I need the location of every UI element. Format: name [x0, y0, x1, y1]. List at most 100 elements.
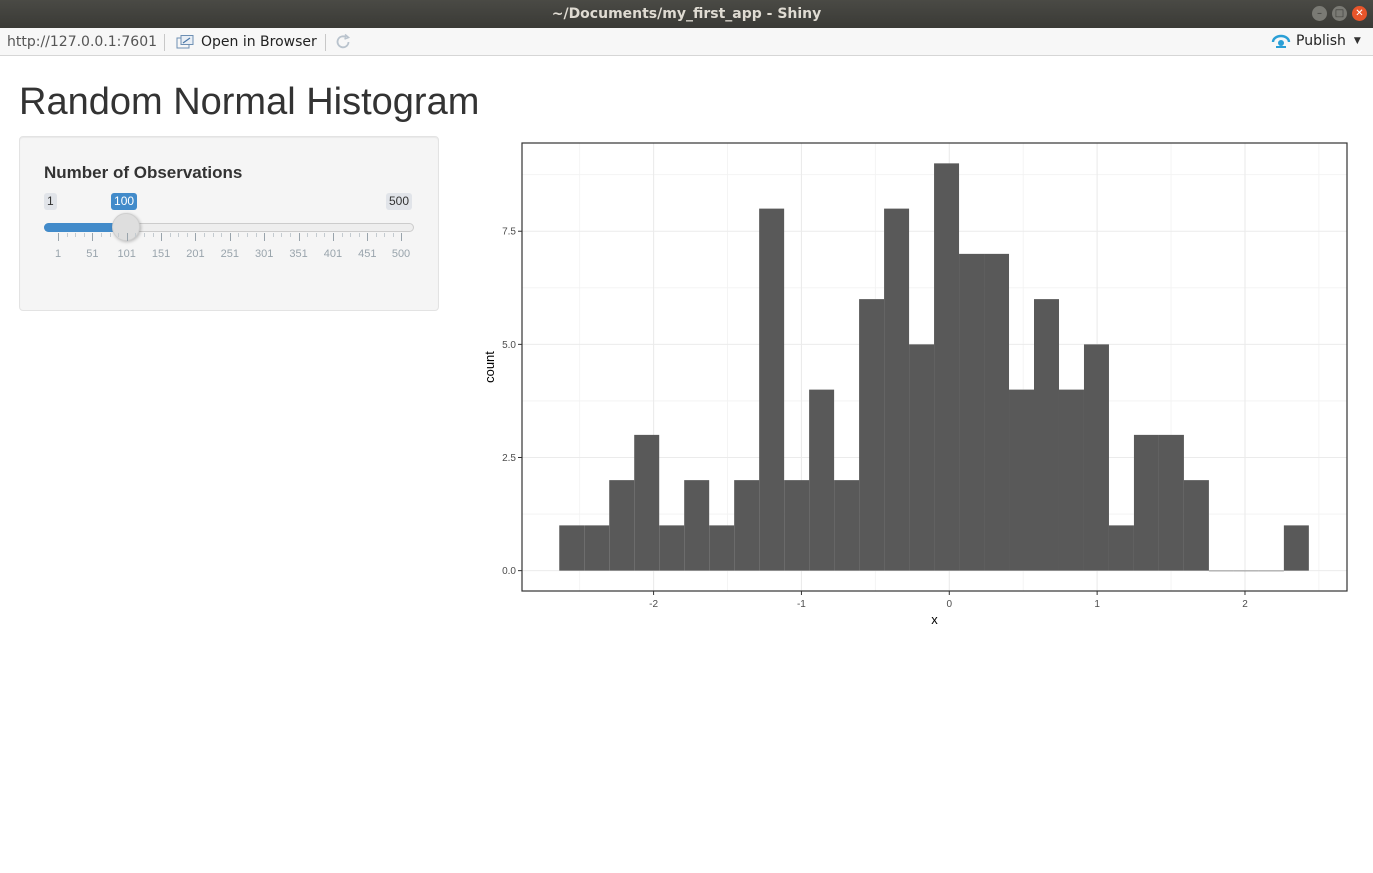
slider-grid-label: 1 — [54, 248, 62, 260]
x-tick-label: -1 — [797, 599, 806, 610]
histogram-bar — [709, 525, 735, 571]
slider-grid-tick — [367, 233, 369, 241]
slider-grid-minor-tick — [204, 233, 206, 237]
slider-grid-label: 101 — [117, 248, 136, 260]
close-icon[interactable]: ✕ — [1352, 6, 1367, 21]
x-tick-label: -2 — [649, 599, 658, 610]
y-tick-label: 5.0 — [502, 340, 516, 351]
histogram-bar — [759, 208, 785, 571]
publish-button[interactable]: Publish ▼ — [1271, 33, 1361, 49]
histogram-bar — [984, 253, 1010, 571]
histogram-bar — [1233, 570, 1259, 572]
viewer-toolbar: http://127.0.0.1:7601 Open in Browser Pu… — [0, 28, 1373, 56]
slider-grid-label: 500 — [391, 248, 411, 260]
slider-grid-label: 301 — [255, 248, 274, 260]
open-in-browser-button[interactable]: Open in Browser — [176, 33, 317, 51]
slider-grid-minor-tick — [212, 233, 214, 237]
histogram-bar — [1034, 299, 1059, 571]
slider-grid-minor-tick — [247, 233, 249, 237]
histogram-bar — [734, 480, 760, 571]
histogram-bar — [684, 480, 710, 571]
slider-grid-minor-tick — [358, 233, 360, 237]
slider-grid-tick — [332, 233, 334, 241]
histogram-bar — [859, 299, 885, 571]
slider-grid-tick — [298, 233, 300, 241]
slider-grid-minor-tick — [109, 233, 111, 237]
x-tick-label: 0 — [947, 599, 953, 610]
y-tick-label: 7.5 — [502, 227, 516, 238]
toolbar-divider — [164, 34, 165, 51]
slider-value-label: 100 — [111, 193, 138, 210]
slider-grid-label: 351 — [289, 248, 308, 260]
histogram-bar — [1058, 389, 1084, 571]
slider-grid-minor-tick — [118, 233, 120, 237]
histogram-bar — [784, 480, 810, 571]
histogram-bar — [584, 525, 610, 571]
slider-grid-minor-tick — [152, 233, 154, 237]
slider-grid-minor-tick — [392, 233, 394, 237]
histogram-bar — [809, 389, 835, 571]
slider-grid-label: 251 — [220, 248, 240, 260]
histogram-bar — [1133, 434, 1159, 571]
slider-label: Number of Observations — [44, 163, 243, 182]
slider-grid-minor-tick — [178, 233, 180, 237]
slider-grid-minor-tick — [186, 233, 188, 237]
histogram-bar — [609, 480, 635, 571]
histogram-bar — [1009, 389, 1035, 571]
histogram-bar — [559, 525, 585, 571]
slider-grid-minor-tick — [350, 233, 352, 237]
open-browser-icon — [176, 35, 194, 49]
slider-grid-label: 151 — [151, 248, 171, 260]
histogram-bar — [659, 525, 685, 571]
slider-grid-tick — [58, 233, 59, 241]
open-in-browser-label: Open in Browser — [201, 34, 317, 50]
page-title: Random Normal Histogram — [19, 81, 480, 123]
slider-grid-minor-tick — [289, 233, 291, 237]
slider-grid-minor-tick — [255, 233, 257, 237]
slider-grid-minor-tick — [272, 233, 274, 237]
histogram-bar — [909, 344, 935, 571]
chevron-down-icon[interactable]: ▼ — [1354, 36, 1361, 46]
histogram-bar — [1183, 480, 1209, 571]
slider-max-label: 500 — [386, 193, 413, 210]
slider-grid-minor-tick — [100, 233, 102, 237]
minimize-icon[interactable]: – — [1312, 6, 1327, 21]
x-axis-title: x — [931, 612, 938, 627]
y-tick-label: 2.5 — [502, 453, 516, 464]
slider-grid-minor-tick — [83, 233, 85, 237]
toolbar-divider — [325, 34, 326, 51]
publish-label: Publish — [1296, 33, 1346, 49]
slider-grid-tick — [92, 233, 94, 241]
histogram-plot: 0.0 2.5 5.0 7.5 -2 -1 0 1 2 x count — [482, 142, 1348, 627]
slider-grid-label: 201 — [186, 248, 205, 260]
slider-grid-label: 51 — [86, 248, 99, 260]
slider-min-label: 1 — [44, 193, 57, 210]
histogram-bar — [1158, 434, 1184, 571]
slider-grid-minor-tick — [307, 233, 309, 237]
slider-grid-minor-tick — [143, 233, 145, 237]
histogram-bar — [1283, 525, 1309, 571]
publish-icon — [1271, 34, 1291, 48]
histogram-bar — [884, 208, 910, 571]
histogram-bar — [934, 163, 960, 571]
window-titlebar: ~/Documents/my_first_app - Shiny – □ ✕ — [0, 0, 1373, 28]
slider-grid-minor-tick — [341, 233, 343, 237]
histogram-bar — [1258, 570, 1284, 572]
refresh-icon[interactable] — [334, 33, 352, 51]
maximize-icon[interactable]: □ — [1332, 6, 1347, 21]
x-tick-label: 1 — [1094, 599, 1100, 610]
x-axis-ticks: -2 -1 0 1 2 — [649, 591, 1248, 610]
y-axis-ticks: 0.0 2.5 5.0 7.5 — [502, 227, 522, 577]
slider-grid: 1 51 101 151 201 251 301 351 401 451 500 — [20, 233, 440, 263]
slider-grid-tick — [126, 233, 128, 241]
slider-grid-tick — [401, 233, 402, 241]
sidebar-panel: Number of Observations 1 500 100 1 51 101 1… — [19, 136, 439, 311]
y-axis-title: count — [482, 351, 497, 383]
slider-grid-minor-tick — [281, 233, 283, 237]
slider-grid-minor-tick — [135, 233, 137, 237]
histogram-bar — [959, 253, 985, 571]
slider-grid-tick — [229, 233, 231, 241]
slider-grid-label: 451 — [358, 248, 377, 260]
histogram-bar — [1083, 344, 1109, 571]
slider-grid-minor-tick — [169, 233, 171, 237]
